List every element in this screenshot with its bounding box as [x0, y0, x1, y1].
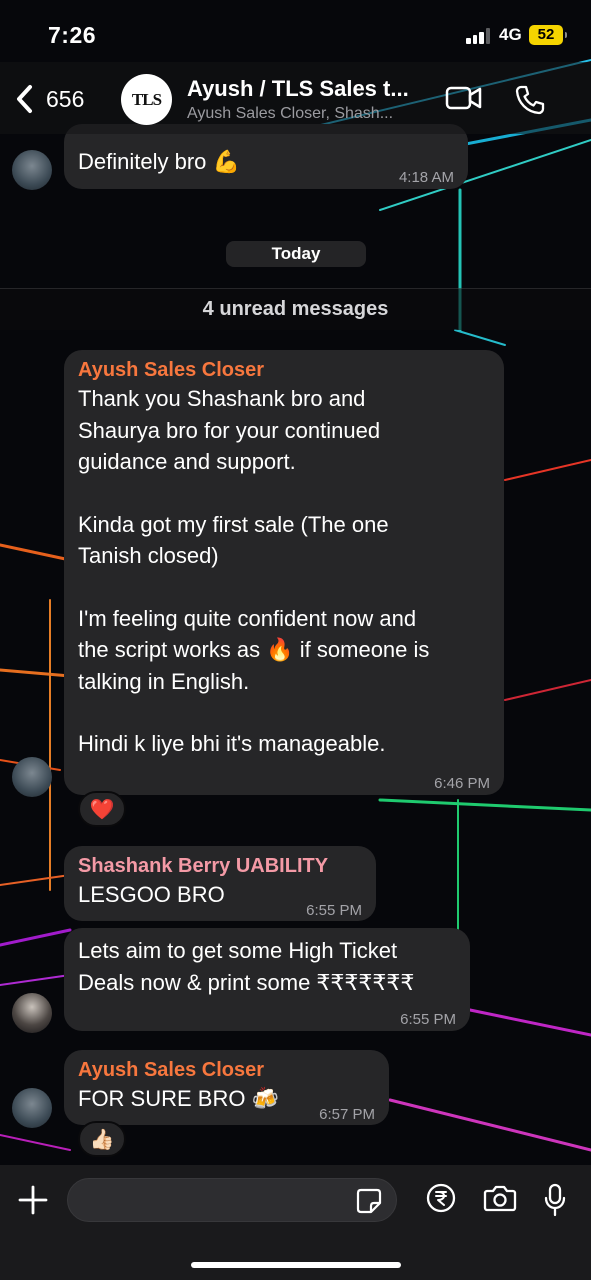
battery-icon: 52 [529, 25, 567, 45]
network-type: 4G [499, 25, 522, 44]
reaction-badge[interactable]: 👍🏻 [78, 1121, 126, 1157]
video-call-icon[interactable] [445, 84, 483, 112]
sender-name: Shashank Berry UABILITY [78, 855, 329, 877]
back-button[interactable]: 656 [14, 82, 84, 116]
sender-name: Ayush Sales Closer [78, 1059, 265, 1081]
message-time: 6:55 PM [306, 902, 362, 919]
message-line: Tanish closed) [78, 543, 219, 568]
chat-header: 656 TLS Ayush / TLS Sales t... Ayush Sal… [0, 62, 591, 134]
message-line: Thank you Shashank bro and [78, 386, 366, 411]
message-time: 6:46 PM [434, 775, 490, 792]
sender-avatar[interactable] [12, 993, 52, 1033]
chat-title: Ayush / TLS Sales t... [187, 76, 409, 101]
sender-name: Ayush Sales Closer [78, 359, 265, 381]
compose-bar [0, 1165, 591, 1280]
status-bar: 7:26 4G 52 [0, 0, 591, 70]
date-separator: Today [226, 241, 366, 267]
message-line: Shaurya bro for your continued [78, 417, 381, 443]
home-indicator[interactable] [191, 1262, 401, 1268]
camera-icon[interactable] [483, 1183, 517, 1213]
chat-title-area[interactable]: Ayush / TLS Sales t... Ayush Sales Close… [187, 76, 432, 123]
message-line: Kinda got my first sale (The one [78, 511, 389, 537]
sticker-icon[interactable] [356, 1188, 382, 1214]
message-bubble[interactable]: Lets aim to get some High Ticket Deals n… [64, 928, 470, 1031]
rupee-payment-icon[interactable] [426, 1183, 456, 1213]
message-line: talking in English. [78, 668, 250, 694]
status-time: 7:26 [48, 22, 97, 48]
message-line: guidance and support. [78, 449, 296, 474]
reaction-badge[interactable]: ❤️ [78, 791, 126, 827]
chevron-left-icon [17, 85, 32, 113]
plus-icon[interactable] [18, 1185, 48, 1215]
message-list[interactable]: Definitely bro 💪 4:18 AM Today 4 unread … [0, 0, 591, 1280]
phone-call-icon[interactable] [514, 84, 546, 116]
sender-avatar[interactable] [12, 757, 52, 797]
message-line: Deals now & print some ₹₹₹₹₹₹₹ [78, 969, 415, 995]
avatar-logo-text: TLS [131, 89, 162, 109]
message-time: 4:18 AM [398, 169, 454, 186]
message-line: the script works as 🔥 if someone is [78, 637, 430, 662]
message-bubble[interactable]: Ayush Sales Closer Thank you Shashank br… [64, 350, 504, 795]
sender-avatar[interactable] [12, 1088, 52, 1128]
microphone-icon[interactable] [543, 1183, 567, 1217]
message-time: 6:55 PM [400, 1011, 456, 1028]
message-bubble[interactable]: Ayush Sales Closer FOR SURE BRO 🍻 6:57 P… [64, 1050, 389, 1125]
sender-avatar[interactable] [12, 150, 52, 190]
message-line: Hindi k liye bhi it's manageable. [78, 731, 386, 756]
message-time: 6:57 PM [319, 1106, 375, 1123]
message-bubble[interactable]: Shashank Berry UABILITY LESGOO BRO 6:55 … [64, 846, 376, 921]
group-avatar[interactable]: TLS [121, 74, 172, 125]
chat-participants: Ayush Sales Closer, Shash... [187, 105, 394, 122]
message-input[interactable] [67, 1178, 397, 1222]
unread-chats-count: 656 [46, 85, 85, 112]
cellular-signal-icon [466, 28, 492, 44]
message-line: I'm feeling quite confident now and [78, 605, 417, 631]
unread-messages-divider: 4 unread messages [0, 288, 591, 330]
message-line: Lets aim to get some High Ticket [78, 938, 398, 963]
